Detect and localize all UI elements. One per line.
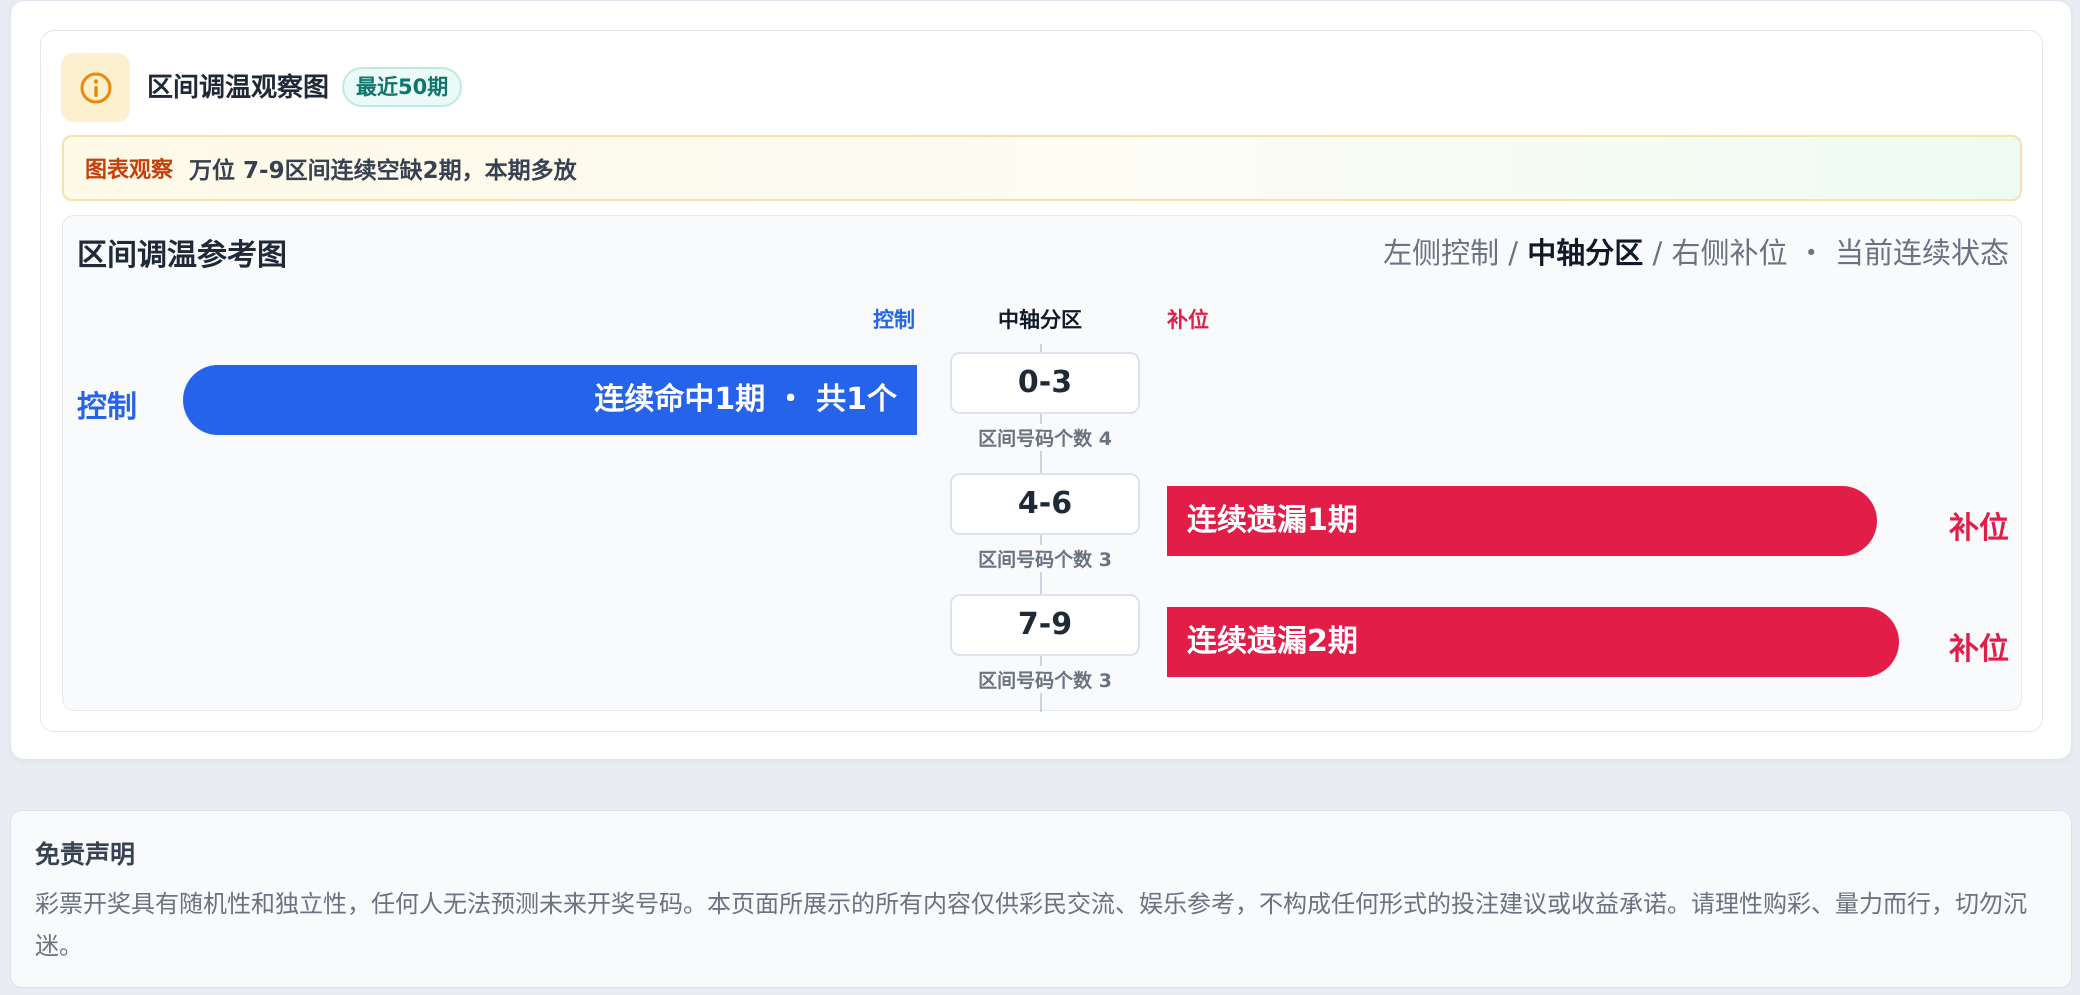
- chart-legend: 左侧控制 / 中轴分区 / 右侧补位 ・ 当前连续状态: [1383, 230, 2009, 272]
- disclaimer-body: 彩票开奖具有随机性和独立性，任何人无法预测未来开奖号码。本页面所展示的所有内容仅…: [35, 890, 2027, 960]
- row-label-fill: 补位: [1949, 511, 2009, 546]
- legend-dot: ・: [1787, 236, 1835, 270]
- legend-left: 左侧控制: [1383, 236, 1500, 270]
- fill-bar: 连续遗漏1期: [1167, 486, 1877, 556]
- row-label-control: 控制: [77, 390, 137, 425]
- range-count-label: 区间号码个数 3: [925, 545, 1165, 572]
- chart-title: 区间调温参考图: [77, 238, 287, 273]
- info-icon: [61, 53, 130, 122]
- legend-state: 当前连续状态: [1834, 236, 2009, 270]
- card-title: 区间调温观察图: [147, 73, 330, 103]
- observation-text: 万位 7-9区间连续空缺2期，本期多放: [189, 158, 577, 184]
- range-count-label: 区间号码个数 4: [925, 424, 1165, 451]
- disclaimer-title: 免责声明: [35, 840, 136, 869]
- range-box: 0-3: [950, 352, 1140, 414]
- observation-card: 区间调温观察图 最近50期 图表观察 万位 7-9区间连续空缺2期，本期多放 区…: [10, 0, 2072, 760]
- legend-right: 右侧补位: [1671, 236, 1788, 270]
- range-count-label: 区间号码个数 3: [925, 666, 1165, 693]
- row-label-fill: 补位: [1949, 632, 2009, 667]
- column-head-axis: 中轴分区: [998, 308, 1082, 332]
- control-bar: 连续命中1期 ・ 共1个: [183, 365, 917, 435]
- column-head-fill: 补位: [1167, 308, 1209, 332]
- range-box: 7-9: [950, 594, 1140, 656]
- column-head-control: 控制: [873, 308, 915, 332]
- chart-card: 区间调温观察图 最近50期 图表观察 万位 7-9区间连续空缺2期，本期多放 区…: [40, 30, 2043, 732]
- legend-middle: 中轴分区: [1527, 236, 1644, 270]
- disclaimer-card: 免责声明 彩票开奖具有随机性和独立性，任何人无法预测未来开奖号码。本页面所展示的…: [10, 810, 2072, 988]
- chart-panel: 区间调温参考图 左侧控制 / 中轴分区 / 右侧补位 ・ 当前连续状态 控制 中…: [62, 215, 2022, 712]
- legend-separator: /: [1499, 236, 1528, 270]
- fill-bar: 连续遗漏2期: [1167, 607, 1899, 677]
- period-badge: 最近50期: [342, 67, 463, 107]
- range-box: 4-6: [950, 473, 1140, 535]
- observation-banner: 图表观察 万位 7-9区间连续空缺2期，本期多放: [62, 135, 2022, 201]
- observation-label: 图表观察: [85, 158, 174, 183]
- legend-separator: /: [1643, 236, 1672, 270]
